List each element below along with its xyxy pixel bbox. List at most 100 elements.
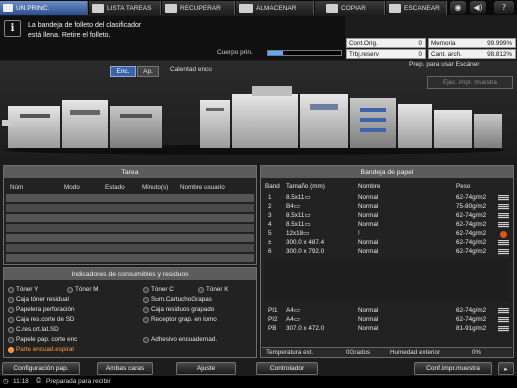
tray-row[interactable]: ±300.0 x 487.4 Normal 62-74g/m2 (262, 239, 512, 247)
toner-icon (8, 286, 14, 293)
paper-level-icon (498, 249, 509, 255)
next-page-button[interactable]: ▸ (498, 362, 514, 375)
tray-row[interactable]: 1 8.5x11▭ Normal 62-74g/m2 (262, 194, 512, 202)
store-icon (239, 3, 253, 13)
tray-row[interactable]: 3 8.5x11▭ Normal 62-74g/m2 (262, 212, 512, 220)
large-capacity-unit (398, 104, 502, 148)
tray-row[interactable]: PB 307.0 x 472.0 Normal 81-91g/m2 (262, 325, 512, 333)
adjustment-button[interactable]: Ajuste (176, 362, 236, 375)
message-line-2: está llena. Retire el folleto. (28, 32, 111, 39)
info-icon: i (4, 20, 21, 37)
humidity-label: Humedad exterior (390, 349, 441, 356)
tab-copy[interactable]: COPIAR (315, 1, 385, 15)
temperature-label: Temperatura ext. (266, 349, 314, 356)
arrow-right-icon: ▸ (504, 365, 508, 373)
machine-illustration (2, 86, 505, 155)
scanner-ready-status: Prep. para usar Escáner (409, 61, 480, 68)
scan-icon (389, 3, 401, 13)
job-row[interactable] (6, 234, 254, 242)
waste-box-icon (143, 306, 149, 313)
warming-status: Calentad encu (170, 66, 212, 73)
punch-icon (8, 306, 14, 313)
tray-header-row: Band Tamaño (mm) Nombre Peso (265, 183, 471, 190)
binding-adhesive-indicator[interactable]: Adhesivo encuadernad. (143, 336, 217, 343)
print-sample-setting-button[interactable]: Conf.impr.muestra (414, 362, 492, 375)
sd-side-trim-indicator[interactable]: C.res.crt.lat.SD (8, 326, 59, 333)
tray-row[interactable]: 5 12x18▭! 62-74g/m2 (262, 230, 512, 238)
power-on-button[interactable]: Enc. (110, 66, 136, 77)
job-col-mode: Modo (64, 184, 80, 191)
punch-waste-indicator[interactable]: Papelera perforación (8, 306, 74, 313)
duplex-button[interactable]: Ambas caras (97, 362, 153, 375)
tab-scan[interactable]: ESCANEAR (386, 1, 447, 15)
toner-icon (198, 286, 204, 293)
tray-row[interactable]: PI2 A4▭ Normal 62-74g/m2 (262, 316, 512, 324)
job-panel: Tarea Núm Modo Estado Minuto(s) Nombre u… (3, 165, 257, 265)
status-bar: ◷ 11:18 ⎙ Preparada para recibir (0, 376, 517, 388)
toner-icon (67, 286, 73, 293)
staple-icon (143, 296, 149, 303)
adhesive-icon (143, 336, 149, 343)
job-row[interactable] (6, 214, 254, 222)
consumables-panel-title: Indicadores de consumibles y residuos (4, 268, 256, 280)
staple-waste-indicator[interactable]: Caja residuos grapado (143, 306, 214, 313)
sd-trim-waste-indicator[interactable]: Caja res.corte de SD (8, 316, 74, 323)
message-line-1: La bandeja de folleto del clasificador (28, 22, 142, 29)
paper-level-icon (498, 204, 509, 210)
stacker-unit (62, 100, 108, 148)
toner-icon (143, 286, 149, 293)
staple-cartridge-indicator[interactable]: Sum.CartuchoGrapas (143, 296, 212, 303)
toner-y-indicator[interactable]: Tóner Y (8, 286, 38, 293)
binder-unit (110, 106, 162, 148)
job-row[interactable] (6, 224, 254, 232)
job-row[interactable] (6, 254, 254, 262)
toner-k-indicator[interactable]: Tóner K (198, 286, 228, 293)
status-text: Preparada para recibir (46, 378, 111, 385)
list-icon (92, 3, 104, 13)
tray-list-empty-area (264, 258, 510, 302)
printer-status-icon: ⎙ (36, 377, 42, 384)
home-icon (3, 4, 13, 12)
main-body-label: Cuerpo prin. (217, 49, 253, 56)
warning-icon (8, 346, 14, 353)
trim-icon (8, 326, 14, 333)
job-col-user: Nombre usuario (180, 184, 225, 191)
volume-icon[interactable]: ◀) (470, 1, 486, 14)
spine-staple-receiver-indicator[interactable]: Receptor grap. en lomo (143, 316, 217, 323)
globe-icon[interactable]: ◉ (450, 1, 466, 14)
paper-level-icon (498, 240, 509, 246)
memory-counter: Memoria 99.999% (428, 38, 516, 48)
toner-m-indicator[interactable]: Tóner M (67, 286, 98, 293)
controller-button[interactable]: Controlador (256, 362, 318, 375)
toner-c-indicator[interactable]: Tóner C (143, 286, 174, 293)
cover-trim-waste-indicator[interactable]: Papele pap. corte enc (8, 336, 77, 343)
trim-icon (8, 316, 14, 323)
paper-level-icon (498, 222, 509, 228)
spiral-binding-part-indicator[interactable]: Parte encuad.espiral (8, 346, 74, 353)
finisher-unit (2, 106, 60, 148)
paper-feed-unit (350, 98, 396, 148)
job-panel-title: Tarea (4, 166, 256, 178)
waste-toner-indicator[interactable]: Caja tóner residual (8, 296, 69, 303)
original-counter: Cont.Orig. 0 (346, 38, 426, 48)
job-row[interactable] (6, 204, 254, 212)
paper-level-icon (498, 213, 509, 219)
file-count-counter: Cant. arch. 98.812% (428, 49, 516, 59)
help-icon[interactable]: ? (494, 1, 514, 14)
tray-row[interactable]: 6 300.0 x 792.0 Normal 62-74g/m2 (262, 248, 512, 256)
inserter-unit (200, 100, 230, 148)
tab-store[interactable]: ALMACENAR (236, 1, 314, 15)
paper-level-icon (498, 308, 509, 314)
tray-row[interactable]: 2 B4▭ Normal 75-80g/m2 (262, 203, 512, 211)
tray-row[interactable]: PI1 A4▭ Normal 62-74g/m2 (262, 307, 512, 315)
job-row[interactable] (6, 244, 254, 252)
job-row[interactable] (6, 194, 254, 202)
staple-icon (143, 316, 149, 323)
tab-main[interactable]: UN.PRINC. (0, 1, 88, 15)
power-off-button[interactable]: Ap. (137, 66, 159, 77)
tab-job-list[interactable]: LISTA TAREAS (89, 1, 161, 15)
tab-recall[interactable]: RECUPERAR (162, 1, 235, 15)
tray-row[interactable]: 4 8.5x11▭ Normal 62-74g/m2 (262, 221, 512, 229)
paper-setting-button[interactable]: Configuración pap. (2, 362, 80, 375)
paper-tray-title: Bandeja de papel (261, 166, 513, 178)
